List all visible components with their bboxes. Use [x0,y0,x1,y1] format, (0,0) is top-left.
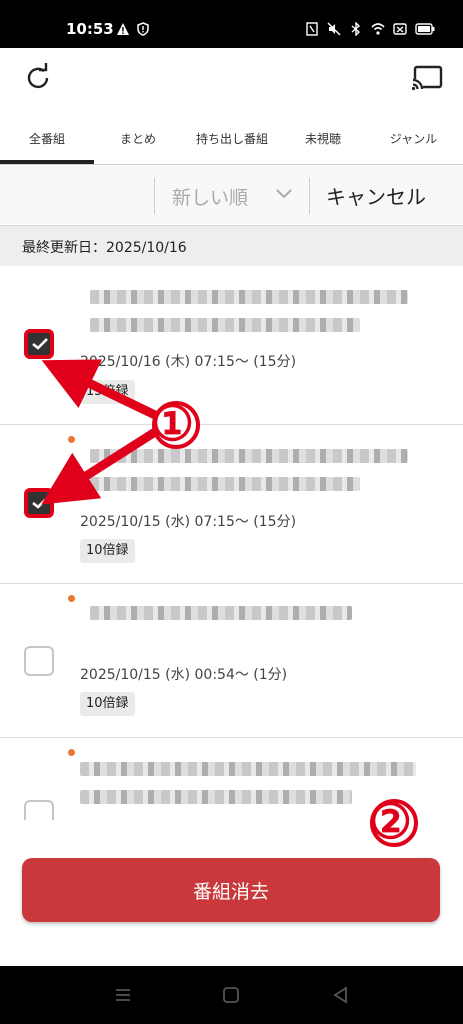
chevron-down-icon[interactable] [276,189,292,199]
delete-programs-button[interactable]: 番組消去 [22,858,440,922]
tab-takeout[interactable]: 持ち出し番組 [182,112,282,164]
speed-badge: 10倍録 [80,539,135,563]
check-icon [32,497,48,509]
program-title-blurred [90,477,360,491]
sort-dropdown[interactable]: 新しい順 [172,183,248,210]
screen: 10:53 全番組 まとめ 持ち出し番組 未視聴 ジャンル 新しい順 キャンセル… [0,0,463,1024]
cast-icon[interactable] [411,64,443,92]
item-checkbox[interactable] [24,488,54,518]
program-title-blurred [80,762,416,776]
last-updated-text: 最終更新日：2025/10/16 [22,240,187,256]
item-checkbox[interactable] [24,329,54,359]
tab-all[interactable]: 全番組 [0,112,94,164]
list-item[interactable]: 2025/10/16 (木) 07:15〜 (15分) 15倍録 [0,266,463,425]
speed-badge: 15倍録 [80,380,135,404]
recents-icon[interactable] [114,986,132,1004]
item-datetime: 2025/10/16 (木) 07:15〜 (15分) [80,354,297,370]
annotation-label-1: ① [151,396,195,452]
app-bar [0,48,463,110]
divider [309,178,310,214]
list-item[interactable]: 2025/10/15 (水) 07:15〜 (15分) 10倍録 [0,425,463,584]
tab-genre[interactable]: ジャンル [364,112,463,164]
status-bar: 10:53 [0,0,463,48]
cancel-button[interactable]: キャンセル [326,181,426,210]
program-title-blurred [90,318,360,332]
list-item[interactable]: 2025/10/15 (水) 00:54〜 (1分) 10倍録 [0,584,463,738]
tab-summary[interactable]: まとめ [94,112,182,164]
item-datetime: 2025/10/15 (水) 00:54〜 (1分) [80,667,288,683]
program-title-blurred [80,790,352,804]
program-title-blurred [90,449,408,463]
item-datetime: 2025/10/15 (水) 07:15〜 (15分) [80,514,297,530]
shield-icon [137,22,149,36]
wifi-icon [371,23,385,35]
bluetooth-icon [351,22,361,36]
sort-row: 新しい順 キャンセル [0,166,463,224]
back-icon[interactable] [332,986,350,1004]
program-title-blurred [90,290,408,304]
program-title-blurred [90,606,352,620]
annotation-label-2: ② [369,794,413,850]
tab-bar: 全番組 まとめ 持ち出し番組 未視聴 ジャンル [0,112,463,165]
unread-dot [68,749,75,756]
sim-off-icon [393,23,407,35]
divider [154,178,155,214]
system-nav-bar [0,966,463,1024]
battery-icon [415,23,435,35]
item-checkbox[interactable] [24,646,54,676]
nfc-icon [306,22,318,36]
check-icon [32,338,48,350]
tab-unwatched[interactable]: 未視聴 [282,112,364,164]
status-time: 10:53 [66,20,114,38]
unread-dot [68,595,75,602]
unread-dot [68,436,75,443]
speed-badge: 10倍録 [80,692,135,716]
mute-icon [327,22,341,36]
last-updated-bar: 最終更新日：2025/10/16 [0,225,463,266]
home-icon[interactable] [222,986,240,1004]
warning-icon [117,23,129,35]
refresh-icon[interactable] [22,62,54,94]
